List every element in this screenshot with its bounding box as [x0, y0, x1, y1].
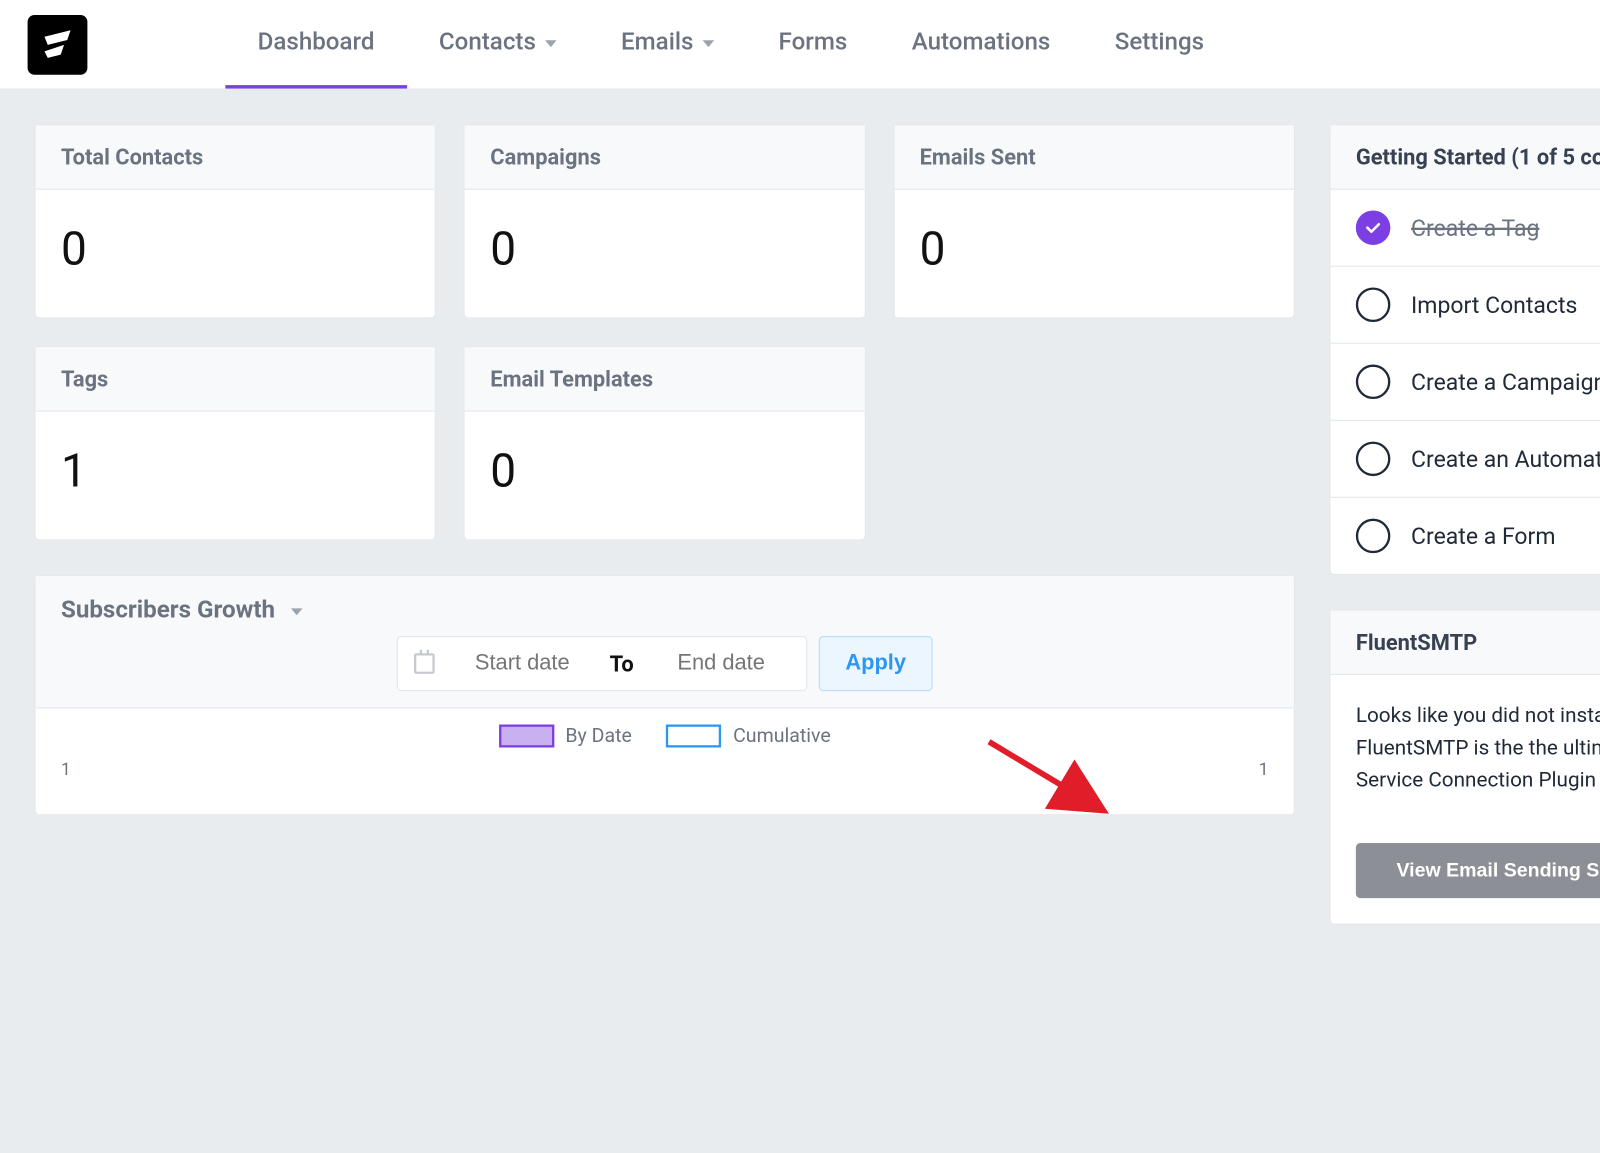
stat-tags[interactable]: Tags 1 — [35, 346, 437, 540]
y-axis-left-tick: 1 — [61, 759, 71, 780]
getting-started-card: Getting Started (1 of 5 complete) Create… — [1329, 124, 1600, 575]
check-circle-icon — [1356, 210, 1391, 245]
stat-value: 0 — [894, 190, 1293, 318]
nav-forms[interactable]: Forms — [746, 0, 879, 89]
calendar-icon — [414, 653, 435, 674]
circle-icon — [1356, 519, 1391, 554]
gs-item-label: Create a Campaign — [1411, 368, 1600, 396]
chart-title: Subscribers Growth — [61, 597, 275, 625]
stat-total-contacts[interactable]: Total Contacts 0 — [35, 124, 437, 318]
right-column: Getting Started (1 of 5 complete) Create… — [1329, 124, 1600, 924]
nav-automations[interactable]: Automations — [880, 0, 1083, 89]
gs-item-label: Create a Form — [1411, 522, 1555, 550]
gs-item-create-tag[interactable]: Create a Tag — [1331, 190, 1600, 267]
gs-item-create-automation[interactable]: Create an Automation — [1331, 421, 1600, 498]
stat-value: 0 — [465, 412, 864, 540]
stat-label: Total Contacts — [36, 125, 435, 189]
fluentsmtp-card: FluentSMTP Looks like you did not instal… — [1329, 610, 1600, 925]
stat-emails-sent[interactable]: Emails Sent 0 — [893, 124, 1295, 318]
legend-cumulative[interactable]: Cumulative — [666, 725, 830, 748]
nav-items: Dashboard Contacts Emails Forms Automati… — [225, 0, 1236, 89]
start-date-input[interactable] — [453, 651, 591, 676]
chevron-down-icon — [545, 40, 557, 47]
subscribers-growth-card: Subscribers Growth To Apply By Date — [35, 575, 1295, 815]
to-label: To — [610, 650, 634, 676]
nav-dashboard[interactable]: Dashboard — [225, 0, 406, 89]
circle-icon — [1356, 288, 1391, 323]
gs-item-create-form[interactable]: Create a Form — [1331, 498, 1600, 574]
gs-item-label: Create a Tag — [1411, 214, 1539, 242]
left-column: Total Contacts 0 Campaigns 0 Emails Sent… — [35, 124, 1295, 924]
legend-by-date[interactable]: By Date — [499, 725, 632, 748]
stat-value: 1 — [36, 412, 435, 540]
circle-icon — [1356, 442, 1391, 477]
nav-label: Dashboard — [258, 29, 375, 57]
legend-swatch-icon — [499, 725, 554, 748]
nav-label: Settings — [1115, 29, 1204, 57]
nav-emails[interactable]: Emails — [589, 0, 747, 89]
fluentsmtp-header: FluentSMTP — [1331, 611, 1600, 675]
chevron-down-icon — [703, 40, 715, 47]
legend-swatch-icon — [666, 725, 721, 748]
chart-controls: To Apply — [61, 636, 1269, 691]
stat-label: Campaigns — [465, 125, 864, 189]
date-range-picker[interactable]: To — [397, 636, 807, 691]
apply-button[interactable]: Apply — [819, 636, 933, 691]
y-axis-right-tick: 1 — [1259, 759, 1269, 780]
gs-item-label: Create an Automation — [1411, 445, 1600, 473]
stats-grid: Total Contacts 0 Campaigns 0 Emails Sent… — [35, 124, 1295, 540]
stat-label: Email Templates — [465, 347, 864, 411]
nav-contacts[interactable]: Contacts — [407, 0, 589, 89]
chart-header: Subscribers Growth To Apply — [36, 576, 1294, 708]
chart-plot-area: 1 1 — [36, 759, 1294, 814]
fluent-logo-icon — [38, 25, 77, 64]
legend-label: Cumulative — [733, 725, 831, 748]
content-area: Total Contacts 0 Campaigns 0 Emails Sent… — [0, 90, 1600, 959]
stat-campaigns[interactable]: Campaigns 0 — [464, 124, 866, 318]
getting-started-header: Getting Started (1 of 5 complete) — [1331, 125, 1600, 189]
stat-email-templates[interactable]: Email Templates 0 — [464, 346, 866, 540]
gs-item-import-contacts[interactable]: Import Contacts — [1331, 267, 1600, 344]
chart-legend: By Date Cumulative — [36, 708, 1294, 759]
view-email-settings-button[interactable]: View Email Sending Service Settings — [1356, 843, 1600, 898]
circle-icon — [1356, 365, 1391, 400]
stat-label: Emails Sent — [894, 125, 1293, 189]
nav-settings[interactable]: Settings — [1083, 0, 1237, 89]
nav-label: Forms — [779, 29, 848, 57]
stat-value: 0 — [465, 190, 864, 318]
end-date-input[interactable] — [652, 651, 790, 676]
gs-item-label: Import Contacts — [1411, 291, 1577, 319]
app-logo — [28, 15, 88, 75]
nav-label: Contacts — [439, 29, 536, 57]
nav-label: Automations — [912, 29, 1051, 57]
stat-value: 0 — [36, 190, 435, 318]
nav-label: Emails — [621, 29, 693, 57]
chevron-down-icon[interactable] — [291, 608, 303, 615]
stat-label: Tags — [36, 347, 435, 411]
gs-item-create-campaign[interactable]: Create a Campaign — [1331, 344, 1600, 421]
legend-label: By Date — [565, 725, 632, 748]
fluentsmtp-body: Looks like you did not install FluentSMT… — [1331, 675, 1600, 822]
top-nav: Dashboard Contacts Emails Forms Automati… — [0, 0, 1600, 90]
